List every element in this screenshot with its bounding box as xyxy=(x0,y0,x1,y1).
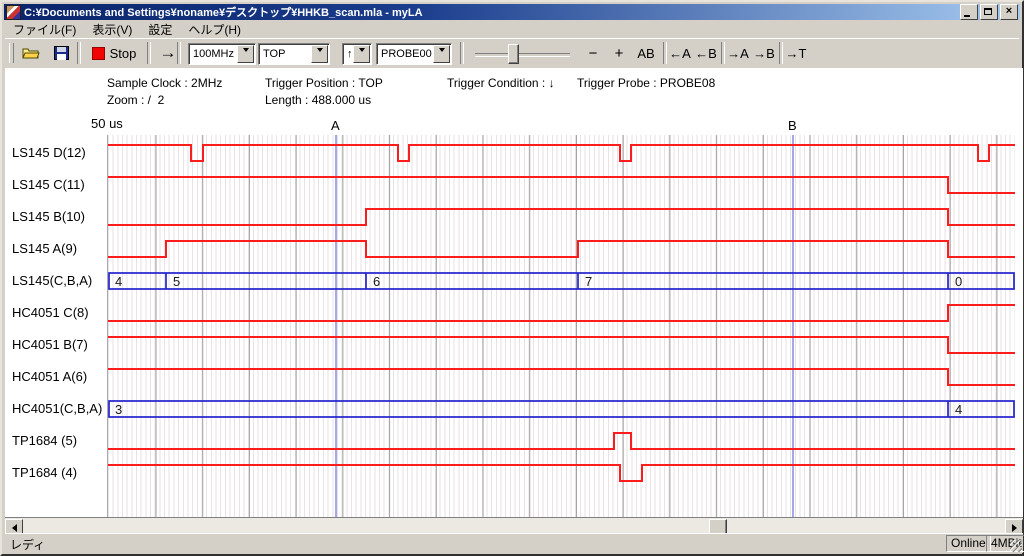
trigger-edge-select[interactable]: ↑ xyxy=(342,43,372,65)
run-arrow-icon: → xyxy=(160,43,177,63)
status-message: レディ xyxy=(10,536,45,553)
stop-button[interactable]: Stop xyxy=(85,41,143,65)
window-title: C:¥Documents and Settings¥noname¥デスクトップ¥… xyxy=(24,4,960,20)
channel-label: HC4051 B(7) xyxy=(12,337,88,353)
channel-label: LS145 B(10) xyxy=(12,209,85,225)
set-cursor-a-button[interactable]: →A xyxy=(725,41,751,65)
dropdown-arrow-icon[interactable] xyxy=(433,45,450,63)
open-file-button[interactable] xyxy=(19,41,43,65)
trigger-position-select[interactable]: TOP xyxy=(258,43,330,65)
sample-clock-select[interactable]: 100MHz xyxy=(188,43,256,65)
svg-text:3: 3 xyxy=(115,402,122,417)
channel-labels: LS145 D(12) LS145 C(11) LS145 B(10) LS145 A… xyxy=(5,135,107,519)
menu-item[interactable]: ファイル(F) xyxy=(5,20,84,39)
save-button[interactable] xyxy=(49,41,73,65)
zoom-slider-track[interactable] xyxy=(475,53,570,57)
stop-label: Stop xyxy=(110,46,137,61)
channel-label: TP1684 (4) xyxy=(12,465,77,481)
app-window: C:¥Documents and Settings¥noname¥デスクトップ¥… xyxy=(0,0,1024,556)
toolbar-grip[interactable] xyxy=(9,43,14,63)
svg-text:0: 0 xyxy=(955,274,962,289)
trigger-probe-info: Trigger Probe : PROBE08 xyxy=(577,76,715,90)
maximize-icon xyxy=(984,8,992,15)
zoom-out-button[interactable]: − xyxy=(583,41,603,65)
open-folder-icon xyxy=(22,46,40,60)
probe-select[interactable]: PROBE00 xyxy=(376,43,452,65)
svg-text:4: 4 xyxy=(955,402,962,417)
scroll-right-icon xyxy=(1012,524,1021,532)
menu-item[interactable]: 設定 xyxy=(140,20,180,39)
channel-label: LS145 A(9) xyxy=(12,241,77,257)
menu-bar: ファイル(F)表示(V)設定ヘルプ(H) xyxy=(5,20,1019,38)
minimize-icon xyxy=(964,15,970,17)
dropdown-arrow-icon[interactable] xyxy=(237,45,254,63)
goto-cursor-b-button[interactable]: ←B xyxy=(693,41,719,65)
stop-icon xyxy=(92,47,105,60)
trigger-condition-info: Trigger Condition : ↓ xyxy=(447,76,555,90)
trigger-position-value: TOP xyxy=(259,48,311,60)
channel-label: HC4051 A(6) xyxy=(12,369,87,385)
menu-item[interactable]: ヘルプ(H) xyxy=(180,20,249,39)
zoom-info: Zoom : / 2 xyxy=(107,93,164,107)
channel-label: HC4051 C(8) xyxy=(12,305,89,321)
cursor-label-b[interactable]: B xyxy=(788,118,797,133)
plot-header: 50 us A B xyxy=(5,114,1023,134)
waveform-plot[interactable]: 4 5 6 7 0 3 4 xyxy=(107,135,1015,518)
resize-grip[interactable] xyxy=(1010,540,1022,552)
scroll-left-icon xyxy=(8,524,17,532)
svg-text:7: 7 xyxy=(585,274,592,289)
length-info: Length : 488.000 us xyxy=(265,93,371,107)
channel-label: LS145(C,B,A) xyxy=(12,273,92,289)
app-icon xyxy=(6,5,21,20)
channel-label: LS145 C(11) xyxy=(12,177,85,193)
status-online: Online xyxy=(946,535,991,552)
horizontal-scrollbar[interactable] xyxy=(5,517,1023,534)
menu-item[interactable]: 表示(V) xyxy=(84,20,140,39)
goto-trigger-button[interactable]: →T xyxy=(783,41,809,65)
channel-label: HC4051(C,B,A) xyxy=(12,401,102,417)
svg-text:5: 5 xyxy=(173,274,180,289)
minimize-button[interactable] xyxy=(960,4,978,20)
cursor-label-a[interactable]: A xyxy=(331,118,340,133)
close-button[interactable]: × xyxy=(1000,4,1018,20)
dropdown-arrow-icon[interactable] xyxy=(311,45,328,63)
trigger-edge-value: ↑ xyxy=(343,48,353,60)
title-bar[interactable]: C:¥Documents and Settings¥noname¥デスクトップ¥… xyxy=(4,4,1020,20)
waveform-svg: 4 5 6 7 0 3 4 xyxy=(108,135,1015,518)
zoom-ab-button[interactable]: AB xyxy=(633,41,659,65)
svg-text:6: 6 xyxy=(373,274,380,289)
channel-label: LS145 D(12) xyxy=(12,145,86,161)
client-area: Sample Clock : 2MHz Trigger Position : T… xyxy=(5,68,1023,519)
goto-cursor-a-button[interactable]: ←A xyxy=(667,41,693,65)
channel-label: TP1684 (5) xyxy=(12,433,77,449)
sample-clock-value: 100MHz xyxy=(189,48,237,60)
toolbar: Stop → 100MHz TOP ↑ PROBE00 − + AB ←A ←B xyxy=(5,38,1019,69)
floppy-disk-icon xyxy=(54,46,69,60)
maximize-button[interactable] xyxy=(980,4,998,20)
time-division-label: 50 us xyxy=(91,116,123,131)
sample-clock-info: Sample Clock : 2MHz xyxy=(107,76,222,90)
zoom-in-button[interactable]: + xyxy=(609,41,629,65)
close-icon: × xyxy=(1006,5,1012,17)
set-cursor-b-button[interactable]: →B xyxy=(751,41,777,65)
dropdown-arrow-icon[interactable] xyxy=(353,45,370,63)
probe-value: PROBE00 xyxy=(377,48,433,60)
svg-text:4: 4 xyxy=(115,274,122,289)
zoom-slider-thumb[interactable] xyxy=(508,44,519,64)
status-bar: レディ Online 4MBit xyxy=(5,533,1023,553)
trigger-position-info: Trigger Position : TOP xyxy=(265,76,383,90)
